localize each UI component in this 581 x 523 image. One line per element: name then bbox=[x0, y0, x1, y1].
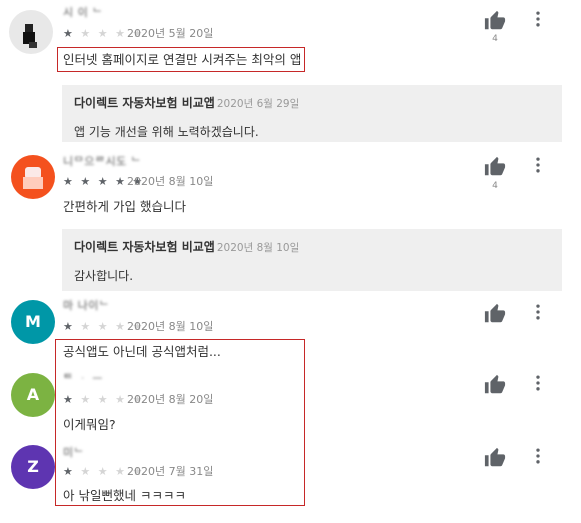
avatar-image: M bbox=[25, 312, 41, 331]
reply-text: 감사합니다. bbox=[74, 269, 134, 283]
review-1: 시 이 ᄂ ★ ★ ★ ★ ★ 2020년 5월 20일 인터넷 홈페이지로 연… bbox=[0, 0, 581, 150]
like-count: 4 bbox=[492, 181, 498, 191]
developer-name: 다이렉트 자동차보험 비교앱 bbox=[74, 96, 215, 110]
filled-stars: ★ bbox=[63, 27, 75, 40]
reviewer-name: 시 이 ᄂ bbox=[63, 6, 103, 19]
developer-name: 다이렉트 자동차보험 비교앱 bbox=[74, 240, 215, 254]
avatar bbox=[9, 10, 53, 54]
filled-stars: ★ bbox=[63, 320, 75, 333]
thumbs-up-icon[interactable] bbox=[484, 447, 506, 469]
thumbs-up-icon[interactable] bbox=[484, 10, 506, 32]
reviewer-name: 니ᄆ으ᄅ시도 ᄂ bbox=[63, 155, 142, 168]
more-vert-icon[interactable] bbox=[528, 9, 548, 29]
review-date: 2020년 8월 10일 bbox=[127, 175, 214, 188]
more-vert-icon[interactable] bbox=[528, 446, 548, 466]
highlight-box bbox=[57, 47, 305, 72]
more-vert-icon[interactable] bbox=[528, 302, 548, 322]
developer-reply: 다이렉트 자동차보험 비교앱 2020년 6월 29일 앱 기능 개선을 위해 노… bbox=[62, 85, 562, 142]
reply-date: 2020년 6월 29일 bbox=[216, 98, 300, 110]
reviewer-name: 마 나이ᄂ bbox=[63, 299, 110, 312]
developer-reply: 다이렉트 자동차보험 비교앱 2020년 8월 10일 감사합니다. bbox=[62, 229, 562, 291]
review-date: 2020년 5월 20일 bbox=[127, 27, 214, 40]
avatar: M bbox=[11, 300, 55, 344]
more-vert-icon[interactable] bbox=[528, 155, 548, 175]
review-2: 니ᄆ으ᄅ시도 ᄂ ★ ★ ★ ★ ★ 2020년 8월 10일 간편하게 가입 … bbox=[0, 150, 581, 292]
avatar: A bbox=[11, 373, 55, 417]
like-count: 4 bbox=[492, 34, 498, 44]
reply-text: 앱 기능 개선을 위해 노력하겠습니다. bbox=[74, 125, 259, 139]
thumbs-up-icon[interactable] bbox=[484, 303, 506, 325]
more-vert-icon[interactable] bbox=[528, 373, 548, 393]
avatar-image bbox=[23, 24, 37, 48]
avatar-image: A bbox=[26, 385, 40, 404]
thumbs-up-icon[interactable] bbox=[484, 156, 506, 178]
avatar-image bbox=[23, 167, 43, 189]
avatar-image: Z bbox=[27, 457, 39, 476]
review-date: 2020년 8월 10일 bbox=[127, 320, 214, 333]
reply-date: 2020년 8월 10일 bbox=[216, 242, 300, 254]
review-text: 간편하게 가입 했습니다 bbox=[63, 199, 186, 214]
thumbs-up-icon[interactable] bbox=[484, 374, 506, 396]
highlight-box bbox=[55, 339, 305, 506]
avatar: Z bbox=[11, 445, 55, 489]
avatar bbox=[11, 155, 55, 199]
